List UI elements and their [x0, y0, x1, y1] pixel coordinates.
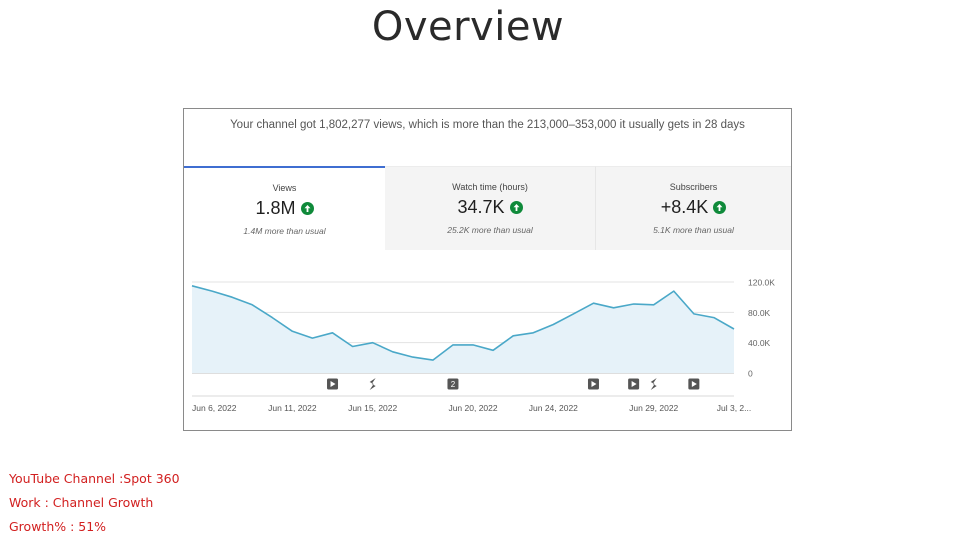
metric-tabs: Views 1.8M 1.4M more than usual Watch ti… — [184, 166, 791, 250]
footer-work: Work : Channel Growth — [9, 495, 154, 510]
x-tick-label: Jun 29, 2022 — [629, 403, 678, 413]
arrow-up-icon — [300, 202, 314, 215]
x-tick-label: Jun 24, 2022 — [529, 403, 578, 413]
shorts-icon[interactable] — [369, 378, 376, 390]
arrow-up-icon — [509, 201, 523, 214]
summary-text: Your channel got 1,802,277 views, which … — [230, 119, 745, 131]
y-tick-label: 120.0K — [748, 278, 775, 288]
tab-subscribers[interactable]: Subscribers +8.4K 5.1K more than usual — [596, 166, 791, 250]
tab-views-value: 1.8M — [255, 198, 296, 218]
y-tick-label: 40.0K — [748, 338, 771, 348]
tab-watch-time-label: Watch time (hours) — [452, 182, 528, 192]
tab-views-label: Views — [272, 183, 297, 193]
x-tick-label: Jun 6, 2022 — [192, 403, 237, 413]
analytics-card: Your channel got 1,802,277 views, which … — [183, 108, 792, 431]
arrow-up-icon — [713, 201, 727, 214]
tab-watch-time-value: 34.7K — [457, 197, 505, 217]
tab-watch-time-note: 25.2K more than usual — [447, 225, 533, 235]
footer-channel: YouTube Channel :Spot 360 — [9, 471, 180, 486]
x-tick-label: Jun 15, 2022 — [348, 403, 397, 413]
video-count-badge[interactable]: 2 — [447, 378, 459, 390]
page-title: Overview — [371, 4, 565, 50]
play-icon[interactable] — [628, 378, 640, 390]
x-tick-label: Jun 20, 2022 — [448, 403, 497, 413]
footer-growth: Growth% : 51% — [9, 519, 107, 534]
play-icon[interactable] — [327, 378, 339, 390]
views-chart: 120.0K 80.0K 40.0K 0 2 Jun 6, 2022 Jun 11, 202… — [191, 278, 775, 413]
svg-text:2: 2 — [451, 380, 456, 389]
play-icon[interactable] — [688, 378, 700, 390]
y-tick-label: 0 — [748, 369, 753, 379]
tab-views-note: 1.4M more than usual — [243, 226, 326, 236]
shorts-icon[interactable] — [650, 378, 657, 390]
tab-watch-time[interactable]: Watch time (hours) 34.7K 25.2K more than… — [385, 166, 596, 250]
tab-subscribers-note: 5.1K more than usual — [653, 225, 734, 235]
x-tick-label: Jul 3, 2... — [717, 403, 752, 413]
y-tick-label: 80.0K — [748, 308, 771, 318]
x-tick-label: Jun 11, 2022 — [268, 403, 317, 413]
tab-subscribers-value: +8.4K — [660, 197, 709, 217]
views-area-fill — [192, 285, 734, 373]
tab-views[interactable]: Views 1.8M 1.4M more than usual — [184, 166, 385, 250]
play-icon[interactable] — [587, 378, 599, 390]
tab-subscribers-label: Subscribers — [669, 182, 718, 192]
